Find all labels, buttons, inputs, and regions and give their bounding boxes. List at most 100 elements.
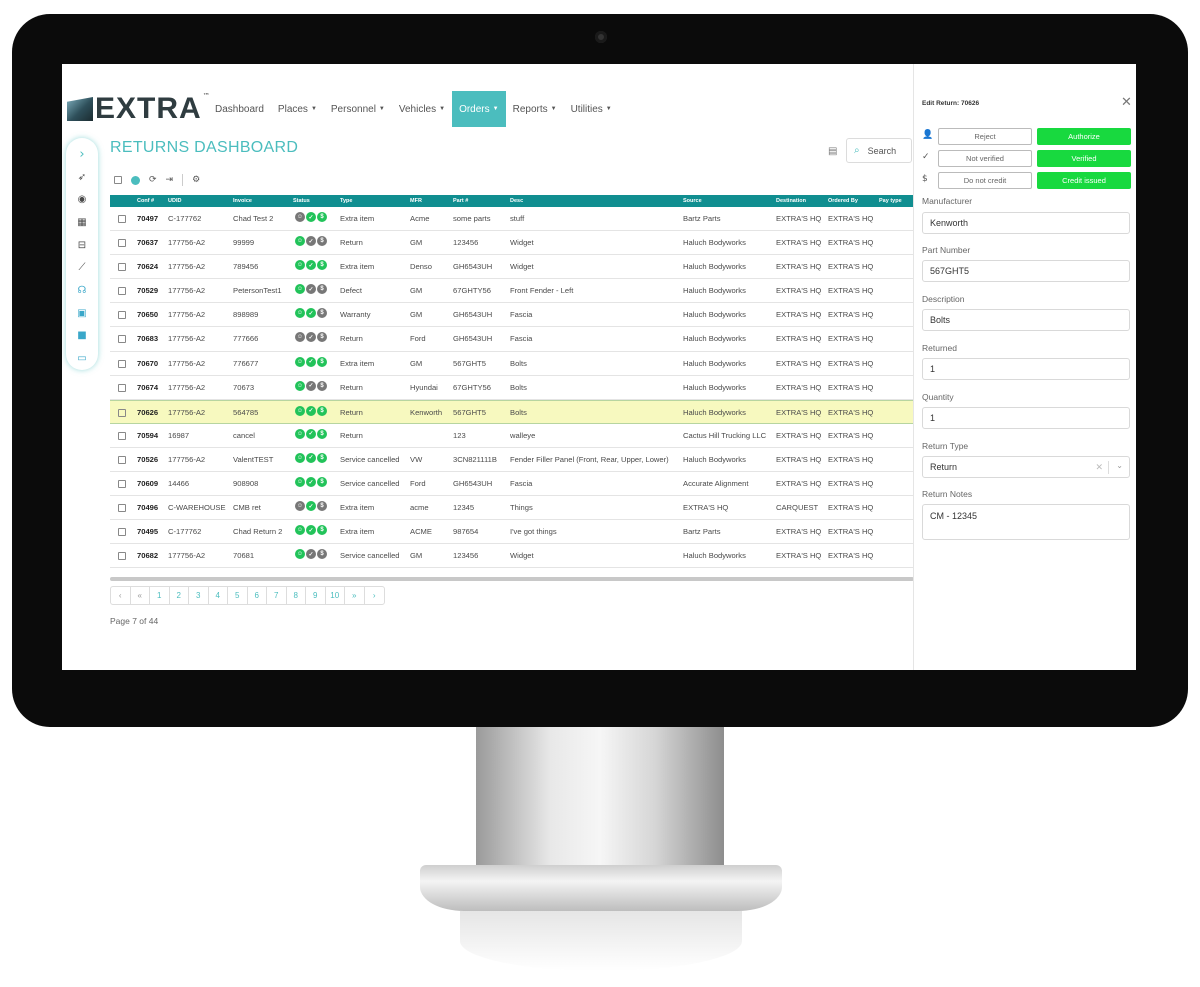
column-header-dest[interactable]: Destination — [776, 198, 806, 204]
chevron-right-icon[interactable]: › — [66, 143, 98, 166]
column-header-mfr[interactable]: MFR — [410, 198, 422, 204]
page-link-0[interactable]: ‹ — [111, 587, 131, 604]
column-header-desc[interactable]: Desc — [510, 198, 523, 204]
row-checkbox[interactable] — [118, 504, 126, 513]
toolbar-divider — [182, 174, 184, 186]
refresh-icon[interactable]: ⟳ — [149, 175, 157, 185]
row-checkbox[interactable] — [118, 215, 126, 223]
column-header-source[interactable]: Source — [683, 198, 702, 204]
table-row[interactable]: 70609 14466 908908 ☺ ✓ $ Service cancelled Ford… — [110, 472, 914, 497]
row-checkbox[interactable] — [118, 455, 126, 464]
table-row[interactable]: 70594 16987 cancel ☺ ✓ $ Return 123 walleye Cactu… — [110, 424, 914, 448]
table-row[interactable]: 70496 C-WAREHOUSE CMB ret ☺ ✓ $ Extra item acme… — [110, 496, 914, 521]
page-link-5[interactable]: 4 — [209, 587, 228, 604]
row-checkbox[interactable] — [118, 408, 126, 417]
column-header-status[interactable]: Status — [293, 198, 310, 204]
column-header-conf[interactable]: Conf # — [137, 198, 154, 204]
image-icon[interactable]: ▭ — [66, 347, 98, 370]
table-row[interactable]: 70624 177756-A2 789456 ☺ ✓ $ Extra item Denso GH… — [110, 255, 914, 280]
menu-item-label: Reports — [512, 103, 548, 115]
column-header-type[interactable]: Type — [340, 198, 352, 204]
not-verified-button[interactable]: Not verified — [938, 150, 1032, 167]
row-checkbox[interactable] — [118, 528, 126, 537]
table-row[interactable]: 70626 177756-A2 564785 ☺ ✓ $ Return Kenworth 567… — [110, 399, 914, 424]
row-checkbox[interactable] — [118, 335, 126, 344]
search-box[interactable]: ⌕ Search — [846, 138, 912, 163]
row-checkbox[interactable] — [118, 239, 126, 248]
reject-button[interactable]: Reject — [938, 128, 1032, 145]
close-icon[interactable]: ✕ — [1121, 95, 1132, 110]
table-row[interactable]: 70682 177756-A2 70681 ☺ ✓ $ Service cancelled G… — [110, 544, 914, 569]
list-view-icon[interactable]: ▤ — [828, 146, 837, 157]
horizontal-scrollbar[interactable] — [110, 577, 914, 581]
column-header-udid[interactable]: UDID — [168, 198, 181, 204]
add-icon[interactable] — [131, 175, 140, 185]
page-link-2[interactable]: 1 — [150, 587, 170, 604]
settings-icon[interactable]: ⚙ — [192, 175, 200, 185]
table-row[interactable]: 70526 177756-A2 ValentTEST ☺ ✓ $ Service cance… — [110, 448, 914, 473]
bus-icon[interactable]: ▣ — [66, 302, 98, 325]
table-row[interactable]: 70650 177756-A2 898989 ☺ ✓ $ Warranty GM GH6543U… — [110, 303, 914, 328]
manufacturer-field[interactable]: Kenworth — [922, 212, 1130, 234]
menu-item-dashboard[interactable]: Dashboard — [208, 91, 271, 127]
menu-item-utilities[interactable]: Utilities ▼ — [564, 91, 619, 127]
page-link-11[interactable]: 10 — [326, 587, 345, 604]
table-row[interactable]: 70670 177756-A2 776677 ☺ ✓ $ Extra item GM 567GH… — [110, 352, 914, 376]
do-not-credit-button[interactable]: Do not credit — [938, 172, 1032, 189]
table-row[interactable]: 70495 C-177762 Chad Return 2 ☺ ✓ $ Extra item A… — [110, 520, 914, 545]
inbox-icon[interactable]: ⊟ — [66, 234, 98, 257]
page-link-7[interactable]: 6 — [248, 587, 267, 604]
row-checkbox[interactable] — [118, 359, 126, 368]
description-field[interactable]: Bolts — [922, 309, 1130, 331]
calendar-icon[interactable]: ▦ — [66, 211, 98, 234]
menu-item-vehicles[interactable]: Vehicles ▼ — [392, 91, 452, 127]
returned-field[interactable]: 1 — [922, 358, 1130, 380]
return-type-select[interactable]: Return ✕ ⌄ — [922, 456, 1130, 478]
page-link-10[interactable]: 9 — [306, 587, 326, 604]
rocket-icon[interactable]: ➶ — [66, 166, 98, 189]
column-header-ordered[interactable]: Ordered By — [828, 198, 858, 204]
page-link-9[interactable]: 8 — [287, 587, 306, 604]
row-checkbox[interactable] — [118, 480, 126, 489]
menu-item-orders[interactable]: Orders ▼ — [452, 91, 506, 127]
table-row[interactable]: 70497 C-177762 Chad Test 2 ☺ ✓ $ Extra item Acm… — [110, 207, 914, 232]
page-link-3[interactable]: 2 — [170, 587, 189, 604]
table-row[interactable]: 70529 177756-A2 PetersonTest1 ☺ ✓ $ Defect GM 67… — [110, 279, 914, 304]
page-link-6[interactable]: 5 — [228, 587, 248, 604]
column-header-pay[interactable]: Pay type — [879, 198, 902, 204]
row-checkbox[interactable] — [118, 287, 126, 296]
verified-button[interactable]: Verified — [1037, 150, 1131, 167]
page-link-12[interactable]: » — [345, 587, 365, 604]
table-row[interactable]: 70674 177756-A2 70673 ☺ ✓ $ Return Hyundai 67GHT… — [110, 376, 914, 400]
row-checkbox[interactable] — [118, 552, 126, 561]
page-link-1[interactable]: « — [131, 587, 150, 604]
column-header-part[interactable]: Part # — [453, 198, 468, 204]
eye-icon[interactable]: ◉ — [66, 188, 98, 211]
chevron-down-icon[interactable]: ⌄ — [1116, 461, 1123, 470]
part-number-field[interactable]: 567GHT5 — [922, 260, 1130, 282]
video-icon[interactable]: ■ — [66, 325, 98, 348]
authorize-button[interactable]: Authorize — [1037, 128, 1131, 145]
page-link-4[interactable]: 3 — [189, 587, 209, 604]
select-all-checkbox[interactable] — [114, 176, 122, 184]
page-link-13[interactable]: › — [365, 587, 385, 604]
quantity-field[interactable]: 1 — [922, 407, 1130, 429]
row-checkbox[interactable] — [118, 431, 126, 440]
headset-icon[interactable]: ☊ — [66, 279, 98, 302]
row-checkbox[interactable] — [118, 311, 126, 320]
export-icon[interactable]: ⇥ — [166, 175, 174, 185]
credit-issued-button[interactable]: Credit issued — [1037, 172, 1131, 189]
menu-item-reports[interactable]: Reports ▼ — [506, 91, 564, 127]
row-checkbox[interactable] — [118, 383, 126, 392]
column-header-invoice[interactable]: Invoice — [233, 198, 252, 204]
return-notes-field[interactable]: CM - 12345 — [922, 504, 1130, 540]
row-checkbox[interactable] — [118, 263, 126, 272]
menu-item-places[interactable]: Places ▼ — [271, 91, 324, 127]
logo[interactable]: EXTRA ™ — [67, 92, 210, 126]
table-row[interactable]: 70683 177756-A2 777666 ☺ ✓ $ Return Ford GH6543U… — [110, 327, 914, 352]
chart-line-icon[interactable]: ⟋ — [66, 257, 98, 280]
table-row[interactable]: 70637 177756-A2 99999 ☺ ✓ $ Return GM 123456 Widg… — [110, 231, 914, 256]
page-link-8[interactable]: 7 — [267, 587, 287, 604]
menu-item-personnel[interactable]: Personnel ▼ — [324, 91, 392, 127]
clear-icon[interactable]: ✕ — [1095, 462, 1103, 473]
